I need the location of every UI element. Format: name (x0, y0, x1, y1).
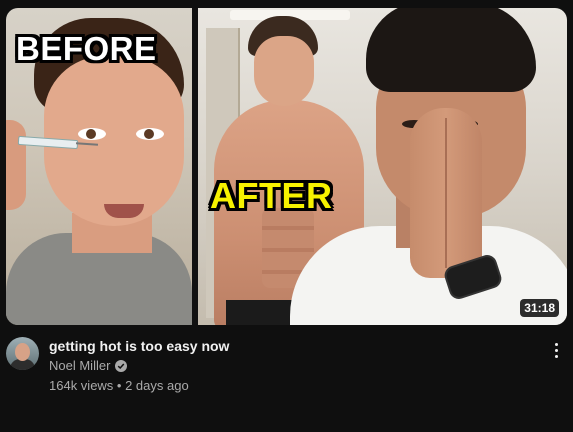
video-title[interactable]: getting hot is too easy now (49, 337, 229, 355)
channel-avatar[interactable] (6, 337, 39, 370)
before-hand (6, 120, 26, 210)
duration-badge: 31:18 (520, 299, 559, 317)
stats-separator: • (113, 378, 126, 393)
more-dot (555, 355, 558, 358)
channel-row: Noel Miller (49, 358, 128, 374)
reactor-hair (366, 8, 536, 92)
verified-check-icon (115, 360, 128, 372)
more-dot (555, 343, 558, 346)
video-card[interactable]: BEFORE AFTER 31:18 getting hot is too ea… (6, 8, 567, 407)
thumbnail-label-after: AFTER (210, 175, 333, 216)
before-eye-right (136, 128, 164, 140)
more-vertical-icon[interactable] (551, 341, 563, 361)
upload-age: 2 days ago (125, 378, 189, 393)
video-meta: getting hot is too easy now Noel Miller … (6, 337, 567, 407)
before-eye-left (78, 128, 106, 140)
video-thumbnail[interactable]: BEFORE AFTER 31:18 (6, 8, 567, 325)
avatar-face (15, 343, 30, 361)
reactor-hands (410, 108, 482, 278)
channel-name[interactable]: Noel Miller (49, 358, 110, 374)
video-stats: 164k views • 2 days ago (49, 378, 189, 394)
more-dot (555, 349, 558, 352)
after-face (254, 36, 314, 106)
thumbnail-label-before: BEFORE (16, 30, 157, 67)
after-panel (198, 8, 567, 325)
view-count: 164k views (49, 378, 114, 393)
